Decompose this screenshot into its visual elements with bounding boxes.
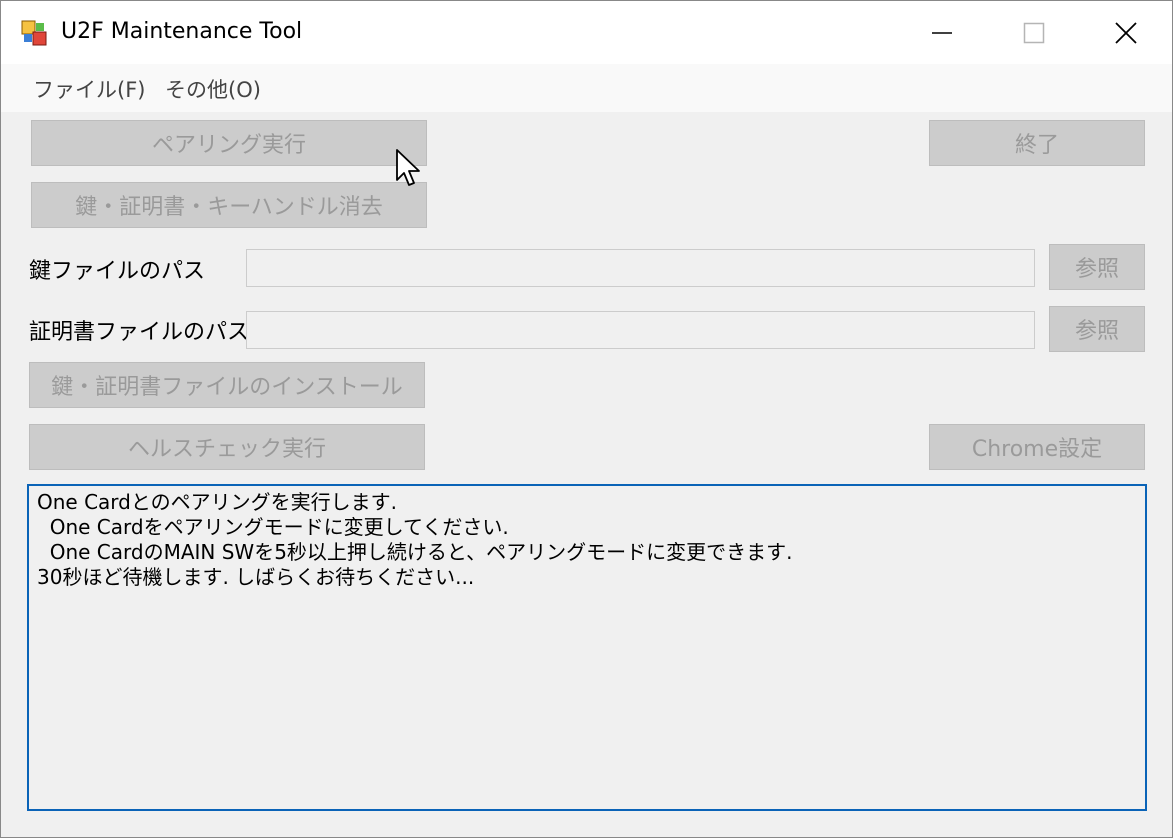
minimize-icon bbox=[932, 31, 952, 34]
log-line: One CardのMAIN SWを5秒以上押し続けると、ペアリングモードに変更で… bbox=[37, 540, 793, 564]
close-icon bbox=[1115, 21, 1137, 44]
install-button[interactable]: 鍵・証明書ファイルのインストール bbox=[29, 362, 425, 408]
maximize-icon bbox=[1023, 22, 1045, 43]
app-icon bbox=[21, 20, 47, 46]
browse-key-button[interactable]: 参照 bbox=[1049, 244, 1145, 290]
maximize-button[interactable] bbox=[988, 1, 1080, 64]
log-line: 30秒ほど待機します. しばらくお待ちください... bbox=[37, 565, 475, 589]
menu-file[interactable]: ファイル(F) bbox=[33, 74, 145, 104]
minimize-button[interactable] bbox=[896, 1, 988, 64]
menu-bar: ファイル(F) その他(O) bbox=[1, 64, 1172, 112]
cert-path-label: 証明書ファイルのパス bbox=[29, 320, 250, 345]
key-path-field[interactable] bbox=[246, 249, 1035, 287]
cert-path-field[interactable] bbox=[246, 311, 1035, 349]
main-window: U2F Maintenance Tool ファイル(F) その他(O) ペアリン… bbox=[0, 0, 1173, 838]
window-title: U2F Maintenance Tool bbox=[61, 19, 303, 44]
pairing-button[interactable]: ペアリング実行 bbox=[31, 120, 427, 166]
exit-button[interactable]: 終了 bbox=[929, 120, 1145, 166]
close-button[interactable] bbox=[1080, 1, 1172, 64]
health-check-button[interactable]: ヘルスチェック実行 bbox=[29, 424, 425, 470]
title-bar: U2F Maintenance Tool bbox=[1, 1, 1172, 64]
key-path-label: 鍵ファイルのパス bbox=[29, 259, 206, 284]
log-line: One Cardをペアリングモードに変更してください. bbox=[37, 515, 509, 539]
mouse-cursor-icon bbox=[396, 149, 420, 186]
log-textarea[interactable]: One Cardとのペアリングを実行します. One Cardをペアリングモード… bbox=[27, 484, 1147, 811]
browse-cert-button[interactable]: 参照 bbox=[1049, 306, 1145, 352]
chrome-settings-button[interactable]: Chrome設定 bbox=[929, 424, 1145, 470]
erase-keys-button[interactable]: 鍵・証明書・キーハンドル消去 bbox=[31, 182, 427, 228]
log-line: One Cardとのペアリングを実行します. bbox=[37, 490, 398, 514]
menu-other[interactable]: その他(O) bbox=[165, 74, 261, 104]
